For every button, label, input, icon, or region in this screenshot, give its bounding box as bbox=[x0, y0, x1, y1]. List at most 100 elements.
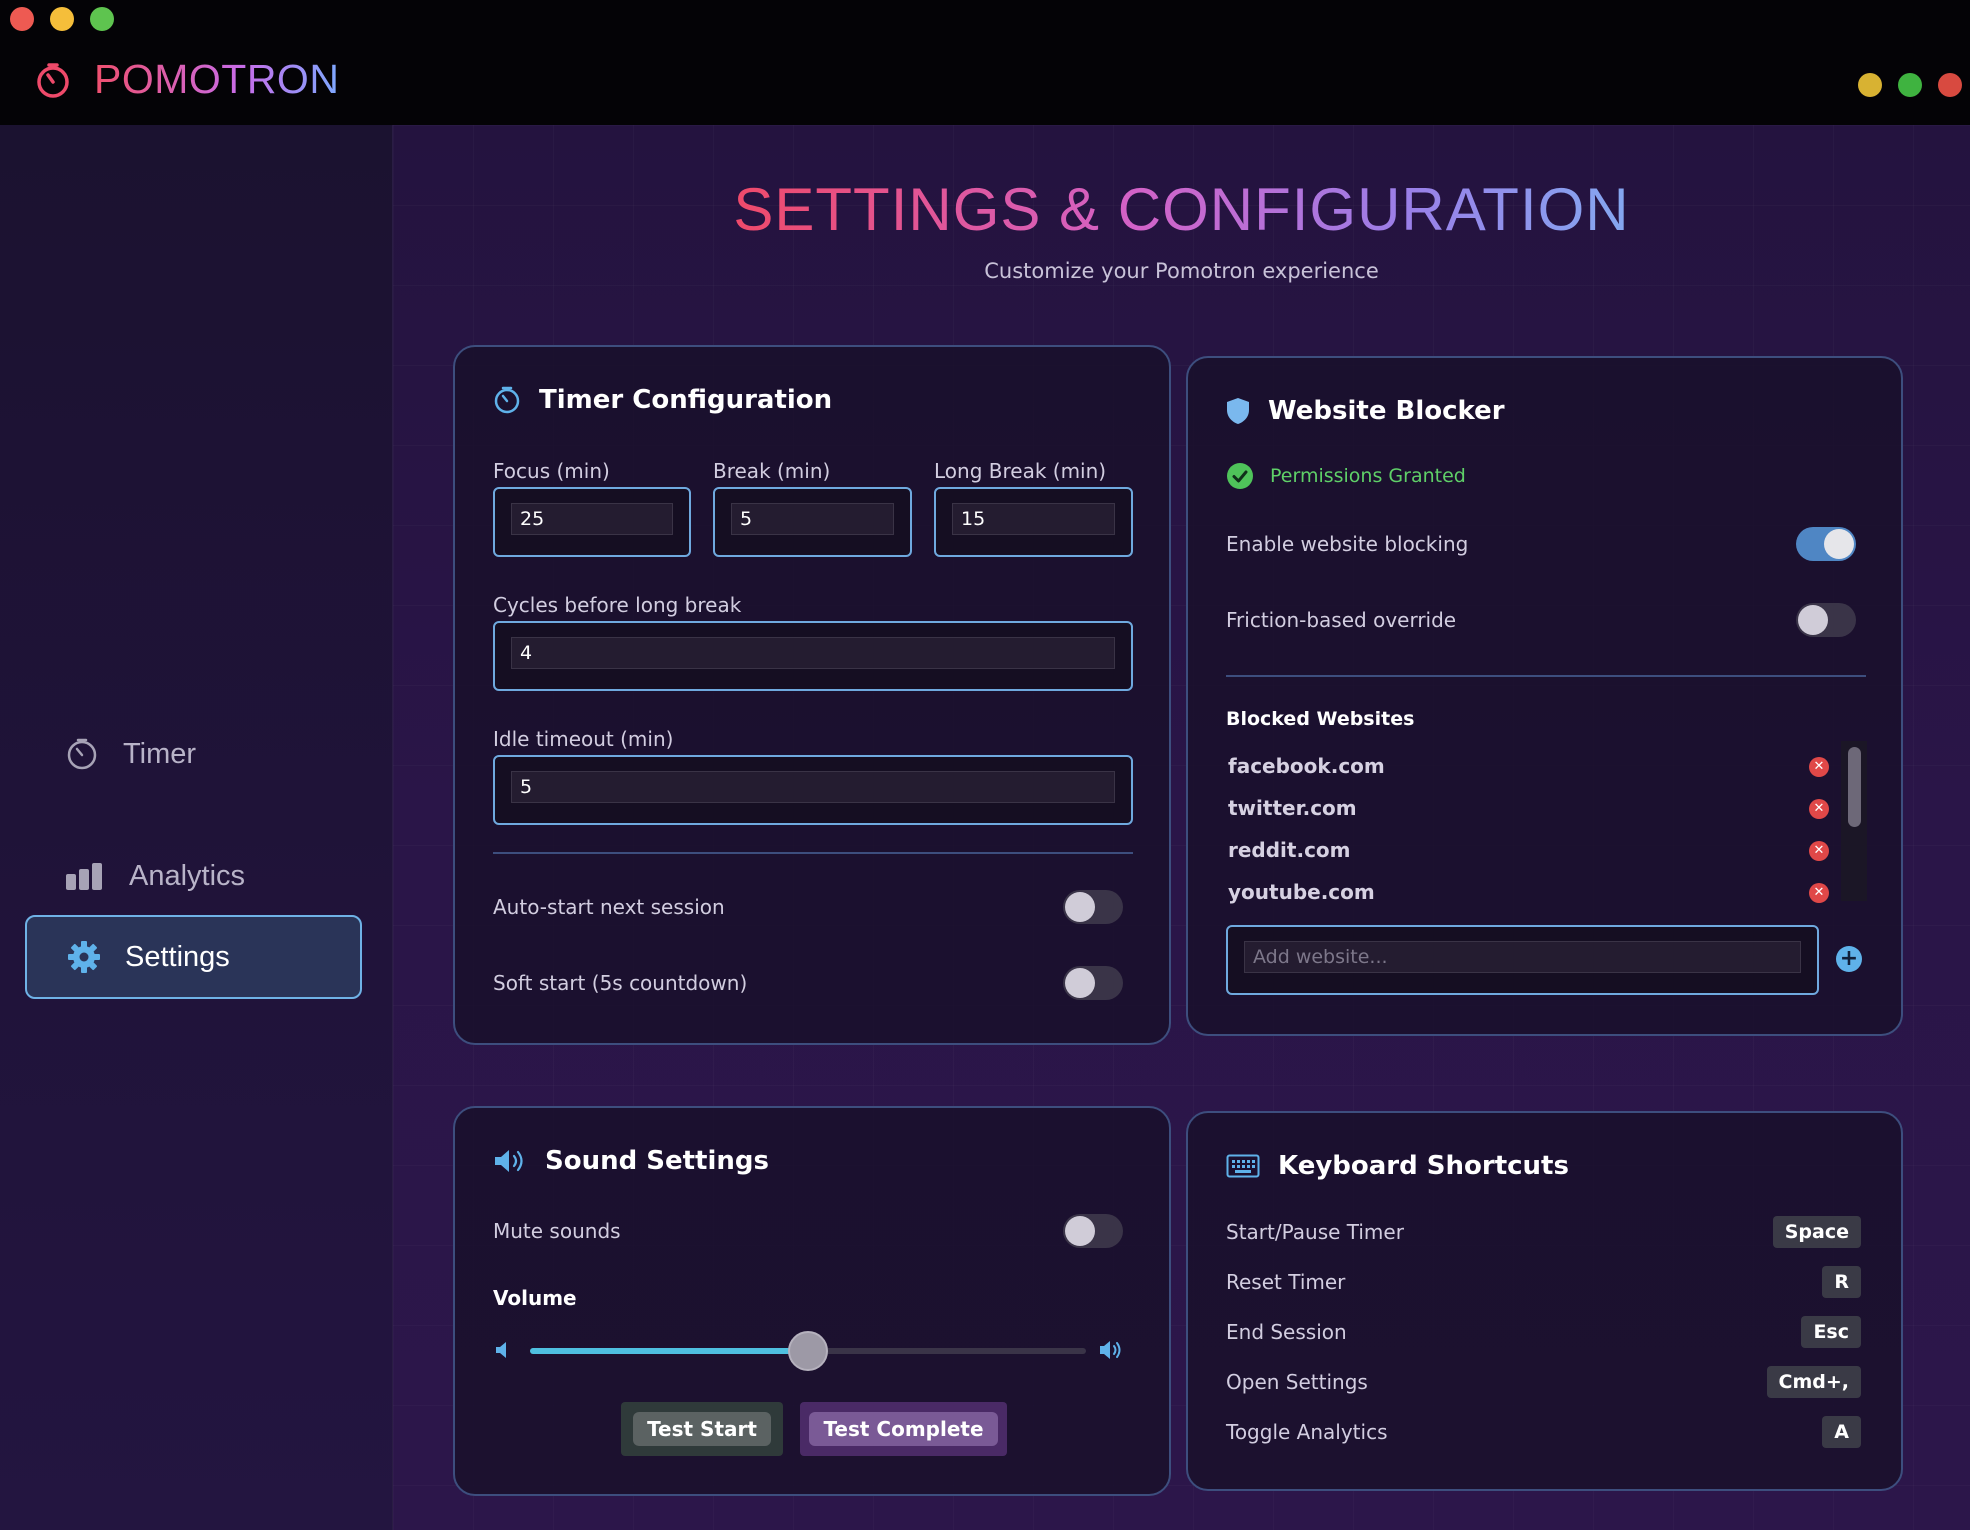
zoom-window-button[interactable] bbox=[90, 7, 114, 31]
cycles-input[interactable] bbox=[511, 637, 1115, 669]
app-brand: POMOTRON bbox=[34, 56, 339, 103]
shortcut-key: Space bbox=[1772, 1216, 1861, 1248]
timer-logo-icon bbox=[37, 62, 69, 98]
card-title: Timer Configuration bbox=[493, 385, 832, 415]
remove-site-icon[interactable]: ✕ bbox=[1809, 799, 1829, 819]
soft-start-label: Soft start (5s countdown) bbox=[493, 971, 748, 995]
card-title-text: Website Blocker bbox=[1268, 396, 1505, 426]
auto-start-toggle[interactable] bbox=[1063, 890, 1123, 924]
card-title-text: Sound Settings bbox=[545, 1146, 769, 1176]
shortcut-action: Toggle Analytics bbox=[1226, 1420, 1388, 1444]
break-label: Break (min) bbox=[713, 459, 831, 483]
sidebar-item-analytics[interactable]: Analytics bbox=[25, 834, 362, 918]
site-name: facebook.com bbox=[1228, 754, 1385, 778]
test-complete-label: Test Complete bbox=[809, 1412, 998, 1446]
window-status-dots bbox=[1858, 73, 1962, 97]
plus-icon: + bbox=[1839, 946, 1859, 971]
sidebar: Timer Analytics Settings bbox=[0, 125, 393, 1530]
divider bbox=[1226, 675, 1866, 677]
app-name: POMOTRON bbox=[94, 56, 340, 102]
add-website-button[interactable]: + bbox=[1836, 946, 1862, 972]
focus-input-wrapper bbox=[493, 487, 691, 557]
sidebar-item-settings[interactable]: Settings bbox=[25, 915, 362, 999]
enable-blocking-label: Enable website blocking bbox=[1226, 532, 1469, 556]
focus-input[interactable] bbox=[511, 503, 673, 535]
mute-sounds-toggle[interactable] bbox=[1063, 1214, 1123, 1248]
sound-settings-card: Sound Settings Mute sounds Volume Test S… bbox=[453, 1106, 1171, 1496]
card-title: Website Blocker bbox=[1226, 396, 1505, 426]
shortcut-action: End Session bbox=[1226, 1320, 1347, 1344]
sidebar-item-timer[interactable]: Timer bbox=[25, 712, 362, 796]
add-website-wrapper bbox=[1226, 925, 1819, 995]
close-window-button[interactable] bbox=[10, 7, 34, 31]
minimize-window-button[interactable] bbox=[50, 7, 74, 31]
title-bar: POMOTRON bbox=[0, 0, 1970, 125]
list-scrollbar[interactable] bbox=[1841, 741, 1867, 901]
remove-site-icon[interactable]: ✕ bbox=[1809, 841, 1829, 861]
shortcut-action: Start/Pause Timer bbox=[1226, 1220, 1404, 1244]
long-break-label: Long Break (min) bbox=[934, 459, 1107, 483]
idle-timeout-input[interactable] bbox=[511, 771, 1115, 803]
break-input[interactable] bbox=[731, 503, 894, 535]
break-input-wrapper bbox=[713, 487, 912, 557]
window-controls bbox=[10, 7, 114, 31]
keyboard-icon bbox=[1226, 1154, 1260, 1178]
long-break-input-wrapper bbox=[934, 487, 1133, 557]
test-complete-button[interactable]: Test Complete bbox=[800, 1402, 1007, 1456]
enable-blocking-toggle[interactable] bbox=[1796, 527, 1856, 561]
blocked-websites-list: facebook.com ✕ twitter.com ✕ reddit.com … bbox=[1188, 741, 1905, 911]
website-blocker-card: Website Blocker Permissions Granted Enab… bbox=[1186, 356, 1903, 1036]
test-start-label: Test Start bbox=[633, 1412, 771, 1446]
volume-slider[interactable] bbox=[530, 1331, 1086, 1371]
shortcut-action: Open Settings bbox=[1226, 1370, 1368, 1394]
volume-high-icon bbox=[1100, 1341, 1121, 1359]
sidebar-item-label: Settings bbox=[125, 940, 230, 973]
timer-icon bbox=[67, 738, 97, 770]
volume-low-icon bbox=[496, 1342, 506, 1358]
gear-icon bbox=[68, 941, 100, 973]
mute-sounds-label: Mute sounds bbox=[493, 1219, 621, 1243]
sidebar-item-label: Timer bbox=[123, 737, 197, 770]
minimize-dot[interactable] bbox=[1858, 73, 1882, 97]
keyboard-shortcuts-card: Keyboard Shortcuts Start/Pause Timer Spa… bbox=[1186, 1111, 1903, 1491]
permission-text: Permissions Granted bbox=[1270, 465, 1466, 487]
site-name: twitter.com bbox=[1228, 796, 1357, 820]
soft-start-toggle[interactable] bbox=[1063, 966, 1123, 1000]
card-title-text: Timer Configuration bbox=[539, 385, 833, 415]
scrollbar-thumb[interactable] bbox=[1848, 747, 1861, 827]
maximize-dot[interactable] bbox=[1898, 73, 1922, 97]
bar-chart-icon bbox=[66, 863, 102, 890]
site-name: reddit.com bbox=[1228, 838, 1351, 862]
shortcut-key: A bbox=[1822, 1416, 1861, 1448]
focus-label: Focus (min) bbox=[493, 459, 610, 483]
add-website-input[interactable] bbox=[1244, 941, 1801, 973]
card-title-text: Keyboard Shortcuts bbox=[1278, 1151, 1569, 1181]
shortcut-key: Cmd+, bbox=[1766, 1366, 1861, 1398]
friction-override-toggle[interactable] bbox=[1796, 603, 1856, 637]
idle-timeout-input-wrapper bbox=[493, 755, 1133, 825]
test-start-button[interactable]: Test Start bbox=[621, 1402, 783, 1456]
page-subtitle: Customize your Pomotron experience bbox=[984, 259, 1379, 283]
shield-icon bbox=[1227, 398, 1249, 424]
slider-fill bbox=[530, 1348, 808, 1354]
cycles-label: Cycles before long break bbox=[493, 593, 742, 617]
shortcut-key: Esc bbox=[1801, 1316, 1861, 1348]
remove-site-icon[interactable]: ✕ bbox=[1809, 757, 1829, 777]
card-title: Sound Settings bbox=[493, 1146, 769, 1176]
slider-thumb[interactable] bbox=[788, 1331, 828, 1371]
card-title: Keyboard Shortcuts bbox=[1226, 1151, 1569, 1181]
remove-site-icon[interactable]: ✕ bbox=[1809, 883, 1829, 903]
site-name: youtube.com bbox=[1228, 880, 1375, 904]
long-break-input[interactable] bbox=[952, 503, 1115, 535]
friction-override-label: Friction-based override bbox=[1226, 608, 1457, 632]
close-dot[interactable] bbox=[1938, 73, 1962, 97]
check-circle-icon bbox=[1227, 463, 1253, 489]
sidebar-item-label: Analytics bbox=[129, 859, 246, 892]
speaker-icon bbox=[495, 1150, 523, 1172]
divider bbox=[493, 852, 1133, 854]
main-content: SETTINGS & CONFIGURATION Customize your … bbox=[393, 125, 1970, 1530]
timer-icon bbox=[494, 386, 520, 414]
timer-configuration-card: Timer Configuration Focus (min) Break (m… bbox=[453, 345, 1171, 1045]
blocked-websites-heading: Blocked Websites bbox=[1226, 708, 1415, 730]
page-title: SETTINGS & CONFIGURATION bbox=[733, 176, 1630, 243]
